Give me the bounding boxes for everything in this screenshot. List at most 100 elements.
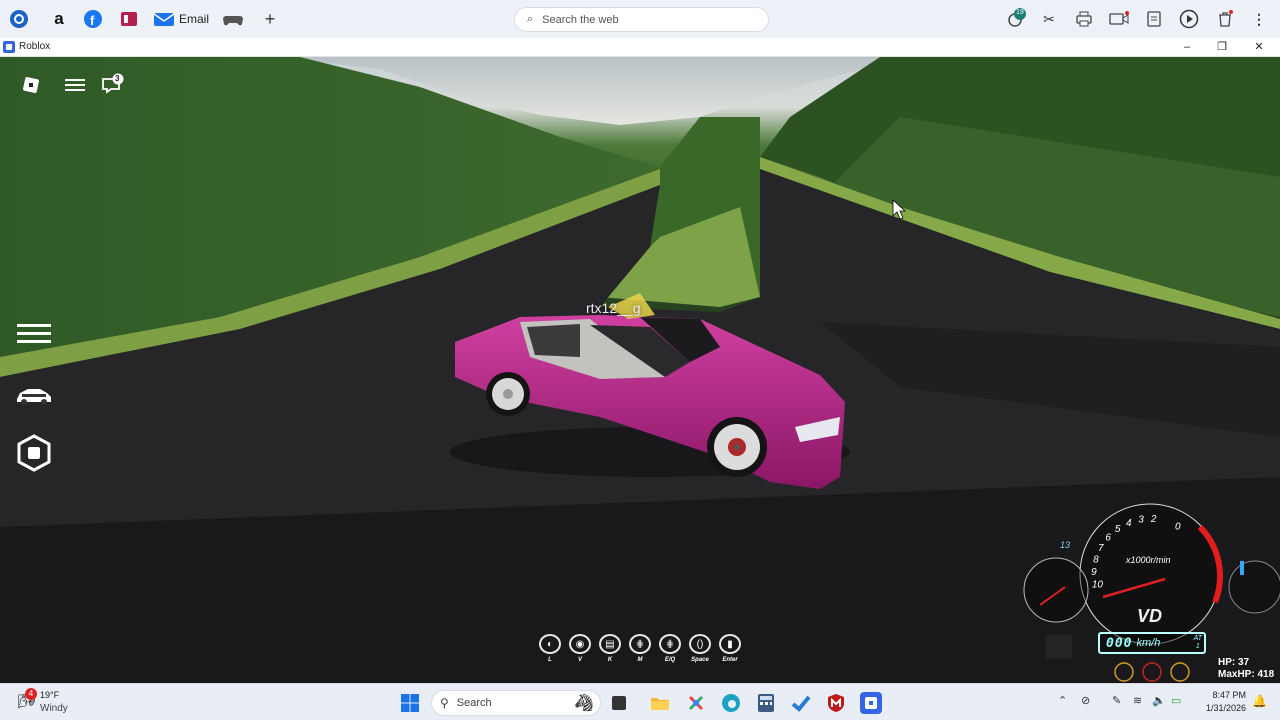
edge-app-icon[interactable] — [8, 8, 30, 30]
volume-icon[interactable]: 🔈 — [1152, 694, 1166, 707]
edge-browser-icon[interactable] — [720, 692, 742, 714]
todo-icon[interactable] — [790, 692, 812, 714]
roblox-taskbar-icon[interactable] — [860, 692, 882, 714]
hp-panel: HP: 37 MaxHP: 418 — [1218, 657, 1274, 681]
transmission-indicator: AT 1 — [1194, 635, 1202, 651]
add-icon[interactable]: + — [259, 8, 281, 30]
svg-text:f: f — [90, 13, 95, 28]
control-key-label: K — [607, 657, 613, 663]
exit-icon: ▮ — [719, 634, 741, 654]
weather-badge: 4 — [25, 688, 37, 700]
mcafee-icon[interactable] — [825, 692, 847, 714]
control-hint-enter[interactable]: ▮ Enter — [718, 634, 742, 663]
notification-center-icon[interactable]: 🔔 — [1252, 694, 1267, 708]
robux-shop-icon[interactable] — [15, 434, 53, 472]
control-hint-m[interactable]: ⋕ M — [628, 634, 652, 663]
control-hint-space[interactable]: () Space — [688, 634, 712, 663]
game-scene: 02345678910 — [0, 57, 1280, 683]
trash-icon[interactable] — [1214, 8, 1236, 30]
browser-toolbar: a f Email + ⌕ Search the web 19 ✂ ⋮ — [0, 0, 1280, 38]
brand-logo: VD — [1137, 606, 1163, 626]
print-icon[interactable] — [1073, 8, 1095, 30]
control-key-label: V — [577, 657, 582, 663]
show-hidden-icons[interactable]: ⌃ — [1058, 694, 1067, 707]
task-view-icon[interactable] — [612, 696, 626, 710]
transmission-gear: 1 — [1195, 643, 1200, 650]
file-explorer-icon[interactable] — [649, 692, 671, 714]
control-hints-bar: ◐ L ◉ V ▤ K ⋕ M ⋕ E/Q() Space ▮ Enter — [538, 634, 742, 663]
rpm-tick-7: 7 — [1098, 543, 1104, 554]
games-icon[interactable] — [118, 8, 140, 30]
rpm-tick-4: 4 — [1126, 518, 1132, 529]
weather-condition: Windy — [40, 703, 68, 714]
control-hint-v[interactable]: ◉ V — [568, 634, 592, 663]
clock-time: 8:47 PM — [1212, 690, 1246, 700]
notifications-icon[interactable]: 19 — [1005, 8, 1027, 30]
headlight-icon: ◐ — [539, 634, 561, 654]
rpm-tick-3: 3 — [1138, 515, 1144, 526]
rpm-tick-10: 10 — [1092, 580, 1104, 591]
video-icon[interactable] — [1108, 8, 1130, 30]
maxhp-label: MaxHP: 418 — [1218, 669, 1275, 680]
weather-temp: 19°F — [40, 690, 60, 700]
garage-car-icon[interactable] — [14, 383, 54, 409]
search-icon: ⚲ — [440, 696, 449, 710]
notes-icon[interactable] — [1143, 8, 1165, 30]
more-icon[interactable]: ⋮ — [1248, 8, 1270, 30]
web-search-placeholder: Search the web — [542, 13, 619, 26]
paint-icon[interactable] — [685, 692, 707, 714]
calculator-icon[interactable] — [755, 692, 777, 714]
speed-unit: km/h — [1136, 637, 1161, 649]
player-nametag: rtx12__g — [586, 300, 641, 316]
game-menu-icon[interactable] — [16, 319, 52, 349]
facebook-icon[interactable]: f — [82, 8, 104, 30]
speed-readout: 000 km/h AT 1 — [1098, 632, 1206, 654]
pen-icon[interactable]: ✎ — [1112, 694, 1121, 707]
amazon-icon[interactable]: a — [48, 8, 70, 30]
close-button[interactable]: ✕ — [1244, 39, 1274, 55]
speed-digits: 000 — [1106, 635, 1133, 651]
control-key-label: Space — [691, 657, 709, 663]
rpm-tick-0: 0 — [1175, 522, 1181, 533]
hp-label: HP: 37 — [1218, 657, 1250, 668]
gamepad-icon[interactable] — [222, 8, 244, 30]
manual-shift-icon: ⋕ — [629, 634, 651, 654]
handbrake-icon: () — [689, 634, 711, 654]
control-hint-l[interactable]: ◐ L — [538, 634, 562, 663]
taskbar-search[interactable]: ⚲ Search 🦓 — [431, 690, 601, 716]
rpm-tick-9: 9 — [1091, 567, 1097, 578]
window-title: Roblox — [19, 41, 51, 52]
restore-button[interactable]: ❐ — [1207, 39, 1237, 55]
hamburger-menu-icon[interactable] — [64, 75, 86, 95]
control-hint-e-q[interactable]: ⋕ E/Q — [658, 634, 682, 663]
privacy-icon[interactable]: ⊘ — [1081, 694, 1090, 707]
web-search-box[interactable]: ⌕ Search the web — [514, 7, 769, 32]
zebra-icon: 🦓 — [574, 695, 594, 712]
rpm-tick-8: 8 — [1093, 555, 1099, 566]
minimize-button[interactable]: – — [1172, 39, 1202, 55]
clock[interactable]: 8:47 PM 1/31/2026 — [1196, 689, 1246, 715]
search-icon: ⌕ — [527, 13, 534, 25]
scissors-icon[interactable]: ✂ — [1038, 8, 1060, 30]
game-viewport[interactable]: 0 2 3 4 5 6 7 8 9 10 3 rtx12__g ◐ L ◉ V ▤ K ⋕ M ⋕ E/Q() Spa… — [0, 57, 1280, 683]
play-icon[interactable] — [1178, 8, 1200, 30]
control-key-label: M — [637, 657, 643, 663]
control-key-label: L — [548, 657, 552, 663]
email-label[interactable]: Email — [179, 12, 209, 26]
weather-widget[interactable]: 🌬 4 19°F Windy — [14, 688, 94, 718]
app-titlebar: Roblox – ❐ ✕ — [0, 38, 1280, 57]
notifications-count: 19 — [1016, 9, 1024, 16]
chat-icon[interactable]: 3 — [100, 73, 124, 95]
email-icon[interactable] — [153, 8, 175, 30]
rpm-tick-6: 6 — [1105, 533, 1111, 544]
control-key-label: Enter — [722, 657, 738, 663]
roblox-menu-icon[interactable] — [21, 75, 41, 95]
gear-shift-icon: ⋕ — [659, 634, 681, 654]
start-icon[interactable] — [399, 692, 421, 714]
control-hint-k[interactable]: ▤ K — [598, 634, 622, 663]
battery-icon[interactable]: ▭ — [1171, 694, 1181, 707]
wifi-icon[interactable]: ≋ — [1133, 694, 1142, 707]
gear-indicator: 13 — [1060, 540, 1071, 550]
clock-date: 1/31/2026 — [1205, 703, 1246, 713]
camera-icon: ◉ — [569, 634, 591, 654]
